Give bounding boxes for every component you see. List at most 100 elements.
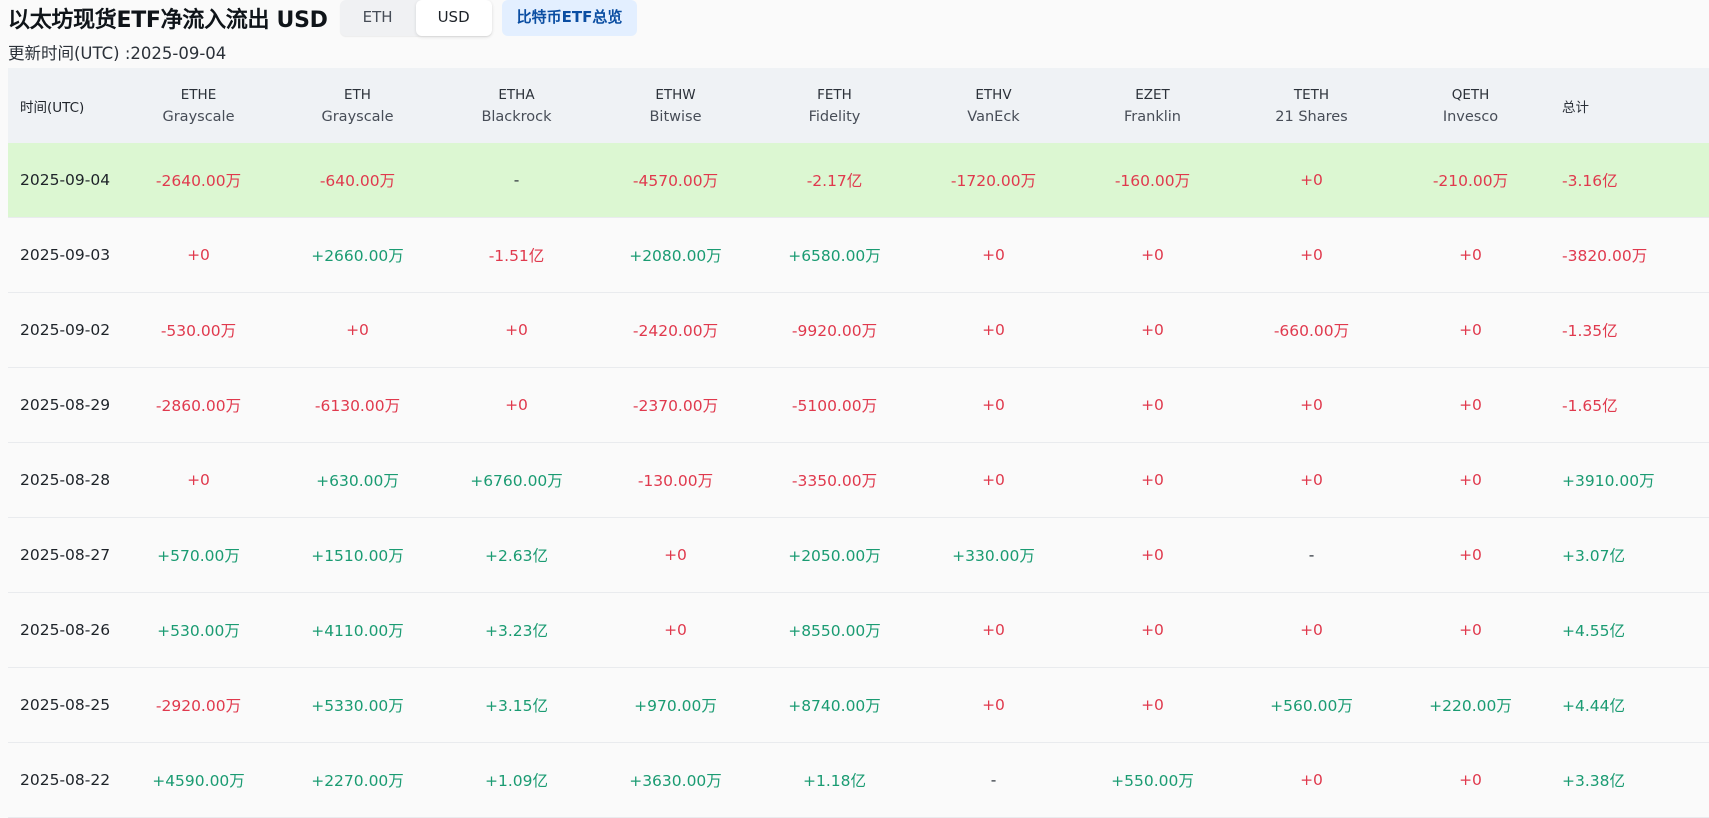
table-row: 2025-08-29 -2860.00万 -6130.00万 +0 -2370.00万 -… [8,368,1709,443]
flow-value-teth: +0 [1300,771,1323,789]
fund-symbol: TETH [1293,86,1330,103]
flow-value-ethe: +4590.00万 [152,772,245,790]
flow-value-ezet: +0 [1141,546,1164,564]
flow-value-qeth: +220.00万 [1429,697,1512,715]
etf-flow-table: 时间(UTC) ETHE Grayscale ETH Grayscale ETHA Bla… [8,68,1709,818]
page-header: 以太坊现货ETF净流入流出 USD ETH USD 比特币ETF总览 [8,0,638,36]
flow-value-qeth: +0 [1459,471,1482,489]
flow-value-feth: -3350.00万 [791,472,878,490]
row-date: 2025-09-03 [20,246,111,264]
flow-value-teth: +0 [1300,246,1323,264]
fund-column-header-qeth: QETH Invesco [1391,68,1550,143]
flow-value-etha: +0 [505,396,528,414]
btc-etf-overview-button[interactable]: 比特币ETF总览 [501,0,638,36]
fund-column-header-feth: FETH Fidelity [755,68,914,143]
flow-value-ethw: +970.00万 [634,697,717,715]
flow-value-etha: - [513,171,520,189]
flow-value-ezet: +0 [1141,471,1164,489]
table-row: 2025-08-28 +0 +630.00万 +6760.00万 -130.00万 -33… [8,443,1709,518]
row-total: -3.16亿 [1562,172,1618,190]
flow-value-teth: -660.00万 [1273,322,1350,340]
flow-value-eth: -6130.00万 [314,397,401,415]
flow-value-feth: -5100.00万 [791,397,878,415]
update-time: 更新时间(UTC) :2025-09-04 [8,44,227,63]
flow-value-teth: - [1308,546,1315,564]
toggle-eth[interactable]: ETH [340,0,416,36]
row-total: +4.55亿 [1562,622,1625,640]
flow-value-feth: -9920.00万 [791,322,878,340]
table-row: 2025-09-04 -2640.00万 -640.00万 - -4570.00万 -2.… [8,143,1709,218]
flow-value-ethv: +0 [982,246,1005,264]
flow-value-ethw: +0 [664,546,687,564]
row-total: +3.07亿 [1562,547,1625,565]
row-date: 2025-08-27 [20,546,111,564]
flow-value-ethw: +2080.00万 [629,247,722,265]
flow-value-ezet: -160.00万 [1114,172,1191,190]
flow-value-ethv: +0 [982,396,1005,414]
flow-value-ethe: +0 [187,246,210,264]
flow-value-ethe: +0 [187,471,210,489]
flow-value-feth: +8550.00万 [788,622,881,640]
row-total: -1.65亿 [1562,397,1618,415]
flow-value-teth: +0 [1300,396,1323,414]
table-row: 2025-08-27 +570.00万 +1510.00万 +2.63亿 +0 +2050… [8,518,1709,593]
row-total: +3.38亿 [1562,772,1625,790]
flow-value-eth: +630.00万 [316,472,399,490]
flow-value-ethe: -2640.00万 [155,172,242,190]
fund-symbol: ETHE [180,86,217,103]
flow-value-eth: +0 [346,321,369,339]
flow-value-eth: +1510.00万 [311,547,404,565]
flow-value-etha: +6760.00万 [470,472,563,490]
flow-value-etha: -1.51亿 [488,247,545,265]
flow-value-ethv: +0 [982,321,1005,339]
flow-value-ethw: -130.00万 [637,472,714,490]
fund-column-header-ethe: ETHE Grayscale [119,68,278,143]
flow-value-ethw: +3630.00万 [629,772,722,790]
fund-column-header-ezet: EZET Franklin [1073,68,1232,143]
flow-value-ethv: +0 [982,621,1005,639]
row-total: +3910.00万 [1562,472,1655,490]
flow-value-ethv: -1720.00万 [950,172,1037,190]
flow-value-feth: +6580.00万 [788,247,881,265]
flow-value-ethe: -530.00万 [160,322,237,340]
unit-toggle: ETH USD [339,0,492,36]
flow-value-ethv: +0 [982,696,1005,714]
flow-value-etha: +0 [505,321,528,339]
fund-issuer: Invesco [1442,108,1499,125]
flow-value-qeth: +0 [1459,246,1482,264]
row-date: 2025-09-04 [20,171,111,189]
fund-symbol: QETH [1451,86,1490,103]
flow-value-etha: +3.23亿 [485,622,548,640]
flow-value-ezet: +0 [1141,246,1164,264]
row-date: 2025-08-25 [20,696,111,714]
flow-value-ezet: +0 [1141,396,1164,414]
flow-value-teth: +560.00万 [1270,697,1353,715]
table-row: 2025-09-02 -530.00万 +0 +0 -2420.00万 -9920.00万… [8,293,1709,368]
flow-value-feth: +8740.00万 [788,697,881,715]
flow-value-qeth: +0 [1459,546,1482,564]
flow-value-ethw: -4570.00万 [632,172,719,190]
flow-value-eth: +4110.00万 [311,622,404,640]
flow-value-feth: -2.17亿 [806,172,863,190]
table-row: 2025-08-25 -2920.00万 +5330.00万 +3.15亿 +970.0… [8,668,1709,743]
fund-issuer: Bitwise [649,108,702,125]
flow-value-eth: +5330.00万 [311,697,404,715]
flow-value-ethw: -2420.00万 [632,322,719,340]
fund-symbol: ETHA [498,86,535,103]
row-total: -1.35亿 [1562,322,1618,340]
fund-column-header-ethv: ETHV VanEck [914,68,1073,143]
fund-issuer: Franklin [1124,108,1181,125]
flow-value-ethe: -2920.00万 [155,697,242,715]
flow-value-ezet: +0 [1141,696,1164,714]
fund-symbol: FETH [817,86,852,103]
fund-issuer: Grayscale [162,108,235,125]
flow-value-ezet: +0 [1141,621,1164,639]
fund-symbol: ETH [344,86,371,103]
fund-issuer: VanEck [967,108,1020,125]
table-header-row: 时间(UTC) ETHE Grayscale ETH Grayscale ETHA Bla… [8,68,1709,143]
fund-column-header-eth: ETH Grayscale [278,68,437,143]
date-column-header: 时间(UTC) [20,99,85,116]
flow-value-qeth: +0 [1459,321,1482,339]
fund-symbol: ETHW [655,86,696,103]
toggle-usd[interactable]: USD [415,0,492,36]
